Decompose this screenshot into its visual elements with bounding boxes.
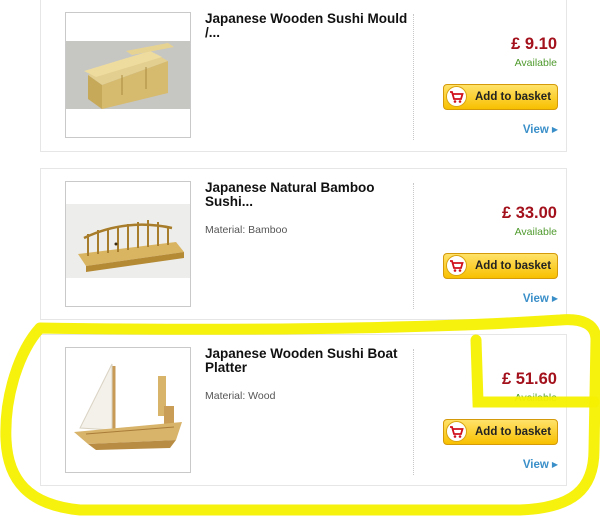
cart-icon	[446, 255, 467, 276]
product-image[interactable]	[65, 181, 191, 307]
product-price: £ 33.00	[501, 204, 557, 222]
product-title[interactable]: Japanese Natural Bamboo Sushi...	[205, 181, 415, 209]
product-image[interactable]	[65, 12, 191, 138]
view-link[interactable]: View ▶	[523, 293, 558, 305]
product-price: £ 51.60	[501, 370, 557, 388]
add-to-basket-button[interactable]: Add to basket	[443, 84, 558, 110]
availability-status: Available	[514, 392, 557, 404]
product-title[interactable]: Japanese Wooden Sushi Mould /...	[205, 12, 415, 40]
caret-right-icon: ▶	[551, 460, 558, 469]
product-title[interactable]: Japanese Wooden Sushi Boat Platter	[205, 347, 415, 375]
bamboo-bridge-image	[66, 182, 190, 306]
cart-icon	[446, 421, 467, 442]
add-to-basket-label: Add to basket	[475, 91, 552, 103]
view-link[interactable]: View ▶	[523, 124, 558, 136]
view-label: View	[522, 459, 549, 471]
product-price: £ 9.10	[511, 35, 557, 53]
product-card: Japanese Natural Bamboo Sushi... Materia…	[40, 168, 567, 320]
product-image[interactable]	[65, 347, 191, 473]
caret-right-icon: ▶	[551, 294, 558, 303]
divider	[413, 14, 414, 140]
add-to-basket-button[interactable]: Add to basket	[443, 419, 558, 445]
product-material: Material: Bamboo	[205, 224, 288, 236]
view-link[interactable]: View ▶	[523, 459, 558, 471]
divider	[413, 183, 414, 309]
add-to-basket-button[interactable]: Add to basket	[443, 253, 558, 279]
sushi-mould-image	[66, 41, 190, 109]
product-card: Japanese Wooden Sushi Mould /... £ 9.10 …	[40, 0, 567, 152]
cart-icon	[446, 86, 467, 107]
add-to-basket-label: Add to basket	[475, 426, 552, 438]
divider	[413, 349, 414, 475]
product-material: Material: Wood	[205, 390, 276, 402]
add-to-basket-label: Add to basket	[475, 260, 552, 272]
sushi-boat-image	[66, 348, 190, 472]
product-card: Japanese Wooden Sushi Boat Platter Mater…	[40, 334, 567, 486]
caret-right-icon: ▶	[551, 125, 558, 134]
availability-status: Available	[514, 57, 557, 69]
availability-status: Available	[514, 226, 557, 238]
view-label: View	[522, 293, 549, 305]
view-label: View	[522, 124, 549, 136]
